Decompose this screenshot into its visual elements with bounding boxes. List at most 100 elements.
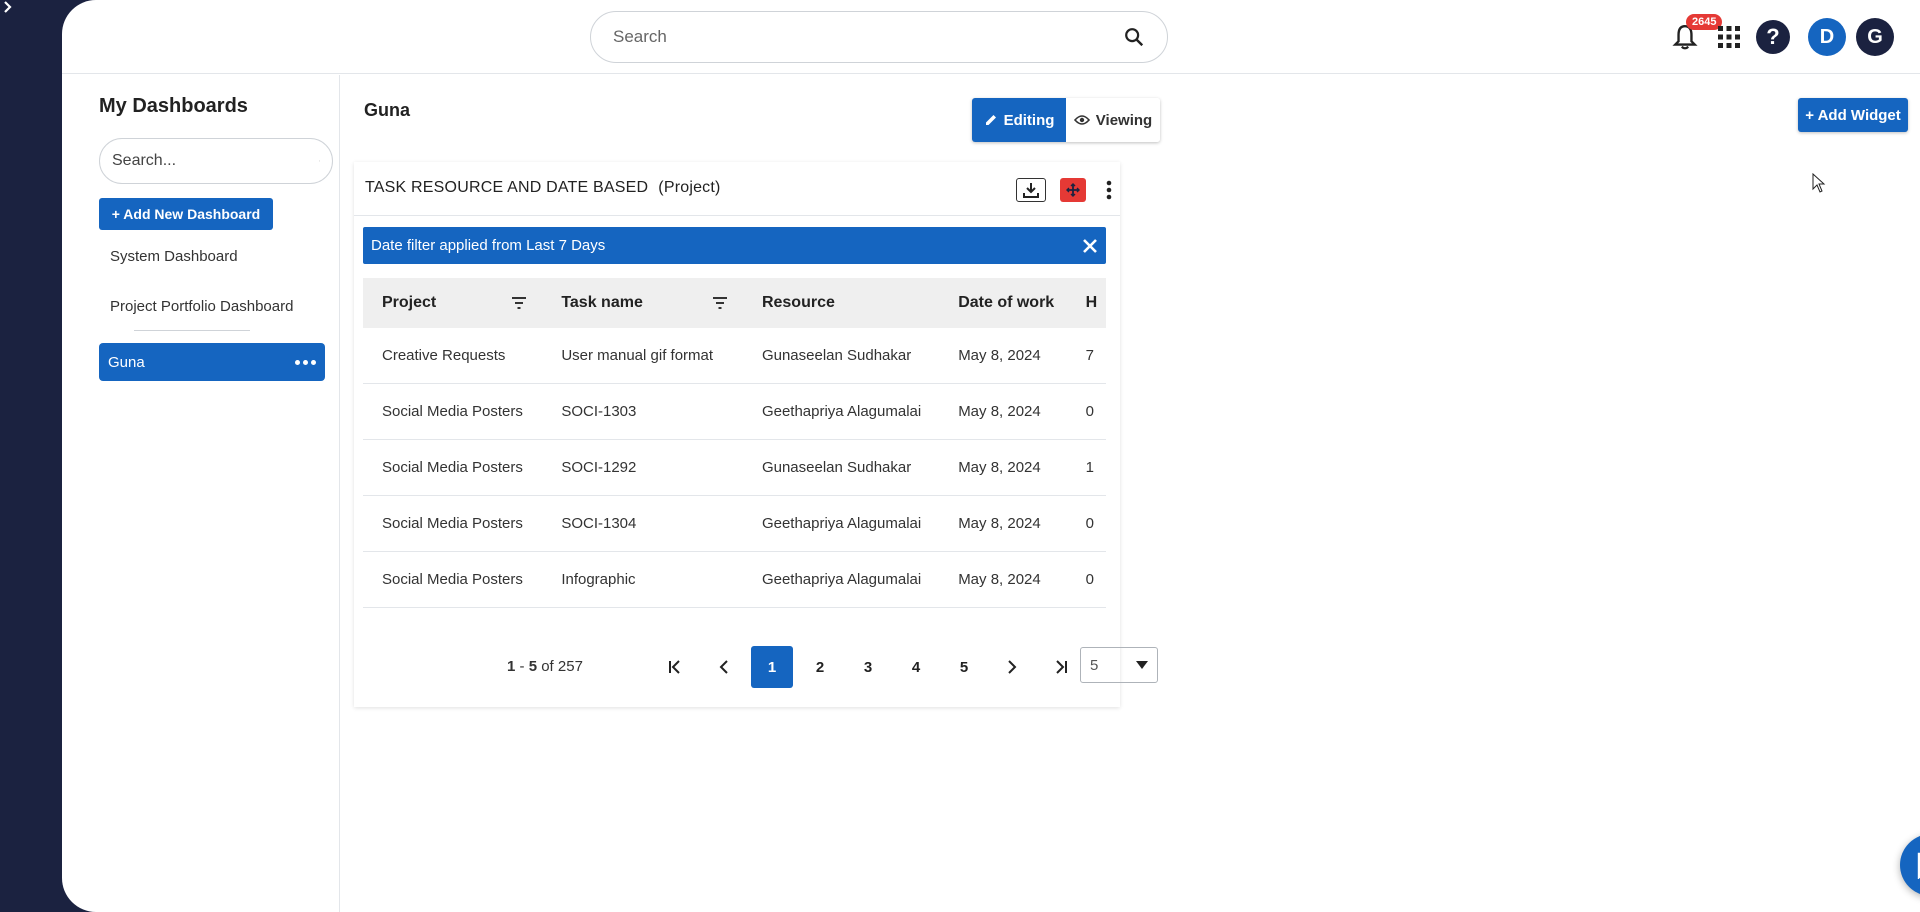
cell-resource: Geethapriya Alagumalai bbox=[761, 403, 922, 420]
pencil-icon bbox=[985, 115, 996, 125]
mouse-cursor-icon bbox=[1812, 173, 1826, 193]
task-resource-widget: TASK RESOURCE AND DATE BASED (Project) Da… bbox=[354, 162, 1158, 707]
close-icon[interactable] bbox=[1082, 238, 1098, 254]
chat-button[interactable] bbox=[1900, 834, 1920, 896]
page-size-select[interactable]: 5 bbox=[1080, 647, 1158, 683]
cell-hours: 0 bbox=[1085, 571, 1095, 588]
cell-resource: Gunaseelan Sudhakar bbox=[761, 347, 912, 364]
cell-date: May 8, 2024 bbox=[958, 515, 1041, 532]
page-3-button[interactable]: 3 bbox=[847, 646, 889, 688]
help-icon: ? bbox=[1756, 20, 1790, 54]
download-button[interactable] bbox=[1016, 178, 1046, 202]
cell-date: May 8, 2024 bbox=[958, 403, 1041, 420]
cell-task-name: SOCI-1292 bbox=[561, 459, 637, 476]
table-row[interactable]: Social Media Posters SOCI-1303 Geethapri… bbox=[363, 384, 1106, 440]
range-end: 5 bbox=[528, 658, 538, 675]
cell-task-name: User manual gif format bbox=[561, 347, 714, 364]
page-1-button[interactable]: 1 bbox=[751, 646, 793, 688]
chevron-left-icon bbox=[719, 660, 728, 674]
next-page-button[interactable] bbox=[991, 646, 1033, 688]
viewing-mode-button[interactable]: Viewing bbox=[1066, 98, 1160, 142]
pagination: 1 - 5 of 257 1 2 3 4 5 5 bbox=[354, 646, 1158, 688]
caret-down-icon bbox=[1136, 661, 1148, 669]
cell-hours: 1 bbox=[1085, 459, 1095, 476]
column-label: Resource bbox=[761, 294, 835, 311]
last-page-button[interactable] bbox=[1039, 646, 1081, 688]
widget-subtitle: (Project) bbox=[658, 179, 721, 196]
column-label: H bbox=[1085, 294, 1098, 311]
date-filter-banner: Date filter applied from Last 7 Days bbox=[363, 227, 1106, 264]
filter-icon[interactable] bbox=[512, 297, 527, 309]
first-page-button[interactable] bbox=[655, 646, 697, 688]
column-header-project[interactable]: Project bbox=[363, 294, 542, 312]
move-widget-button[interactable] bbox=[1060, 178, 1086, 202]
expand-sidebar-button[interactable] bbox=[0, 0, 62, 912]
global-search[interactable] bbox=[590, 11, 1168, 63]
add-widget-button[interactable]: + Add Widget bbox=[1798, 98, 1908, 132]
column-header-date-of-work[interactable]: Date of work bbox=[939, 294, 1066, 312]
more-options-icon[interactable] bbox=[295, 359, 316, 365]
cell-task-name: SOCI-1304 bbox=[561, 515, 637, 532]
previous-page-button[interactable] bbox=[703, 646, 745, 688]
cell-hours: 7 bbox=[1085, 347, 1095, 364]
table-row[interactable]: Social Media Posters SOCI-1304 Geethapri… bbox=[363, 496, 1106, 552]
table-row[interactable]: Creative Requests User manual gif format… bbox=[363, 328, 1106, 384]
chevron-right-icon bbox=[1008, 660, 1017, 674]
add-new-dashboard-button[interactable]: + Add New Dashboard bbox=[99, 198, 273, 230]
range-total: 257 bbox=[557, 658, 583, 675]
editing-label: Editing bbox=[1003, 111, 1055, 129]
viewing-label: Viewing bbox=[1095, 111, 1153, 129]
table-row[interactable]: Social Media Posters Infographic Geethap… bbox=[363, 552, 1106, 608]
page-title: Guna bbox=[364, 100, 411, 120]
column-header-resource[interactable]: Resource bbox=[743, 294, 939, 312]
top-bar: 2645 ? D G bbox=[62, 0, 1920, 74]
move-icon bbox=[1066, 183, 1080, 197]
page-5-button[interactable]: 5 bbox=[943, 646, 985, 688]
column-header-hours[interactable]: H bbox=[1067, 294, 1106, 312]
cell-resource: Geethapriya Alagumalai bbox=[761, 571, 922, 588]
svg-text:?: ? bbox=[1766, 24, 1779, 49]
range-of-label: of bbox=[537, 658, 558, 675]
apps-button[interactable] bbox=[1710, 18, 1748, 56]
cell-date: May 8, 2024 bbox=[958, 459, 1041, 476]
sidebar-item-guna[interactable]: Guna bbox=[99, 343, 325, 381]
cell-date: May 8, 2024 bbox=[958, 347, 1041, 364]
page-4-button[interactable]: 4 bbox=[895, 646, 937, 688]
mode-toggle: Editing Viewing bbox=[972, 98, 1160, 142]
dashboards-sidebar: My Dashboards + Add New Dashboard System… bbox=[62, 75, 340, 912]
chat-icon bbox=[1917, 852, 1920, 879]
pagination-range: 1 - 5 of 257 bbox=[507, 658, 583, 675]
data-table: Project Task name Resource Date of work … bbox=[363, 278, 1106, 608]
widget-menu-button[interactable] bbox=[1094, 178, 1124, 202]
filter-icon[interactable] bbox=[712, 297, 727, 309]
search-icon[interactable] bbox=[319, 151, 320, 171]
column-header-task-name[interactable]: Task name bbox=[542, 294, 743, 312]
cell-project: Social Media Posters bbox=[382, 403, 523, 420]
page-size-value: 5 bbox=[1090, 656, 1099, 674]
sidebar-item-system-dashboard[interactable]: System Dashboard bbox=[110, 248, 238, 265]
cell-project: Social Media Posters bbox=[382, 571, 523, 588]
avatar[interactable]: G bbox=[1856, 18, 1894, 56]
cell-date: May 8, 2024 bbox=[958, 571, 1041, 588]
dashboard-search-input[interactable] bbox=[112, 152, 319, 170]
page-2-button[interactable]: 2 bbox=[799, 646, 841, 688]
avatar[interactable]: D bbox=[1808, 18, 1846, 56]
table-header-row: Project Task name Resource Date of work … bbox=[363, 278, 1106, 328]
column-label: Project bbox=[382, 294, 437, 311]
widget-title-text: TASK RESOURCE AND DATE BASED bbox=[365, 179, 649, 196]
widget-title: TASK RESOURCE AND DATE BASED (Project) bbox=[365, 179, 721, 197]
dashboard-search[interactable] bbox=[99, 138, 333, 184]
filter-banner-text: Date filter applied from Last 7 Days bbox=[371, 237, 606, 254]
search-icon[interactable] bbox=[1123, 26, 1145, 48]
apps-grid-icon bbox=[1718, 26, 1740, 48]
range-separator: - bbox=[515, 658, 529, 675]
editing-mode-button[interactable]: Editing bbox=[972, 98, 1066, 142]
help-button[interactable]: ? bbox=[1754, 18, 1792, 56]
column-label: Date of work bbox=[958, 294, 1055, 311]
sidebar-item-project-portfolio-dashboard[interactable]: Project Portfolio Dashboard bbox=[110, 298, 293, 315]
cell-hours: 0 bbox=[1085, 403, 1095, 420]
cell-project: Social Media Posters bbox=[382, 515, 523, 532]
table-row[interactable]: Social Media Posters SOCI-1292 Gunaseela… bbox=[363, 440, 1106, 496]
cell-project: Social Media Posters bbox=[382, 459, 523, 476]
global-search-input[interactable] bbox=[613, 27, 1123, 47]
